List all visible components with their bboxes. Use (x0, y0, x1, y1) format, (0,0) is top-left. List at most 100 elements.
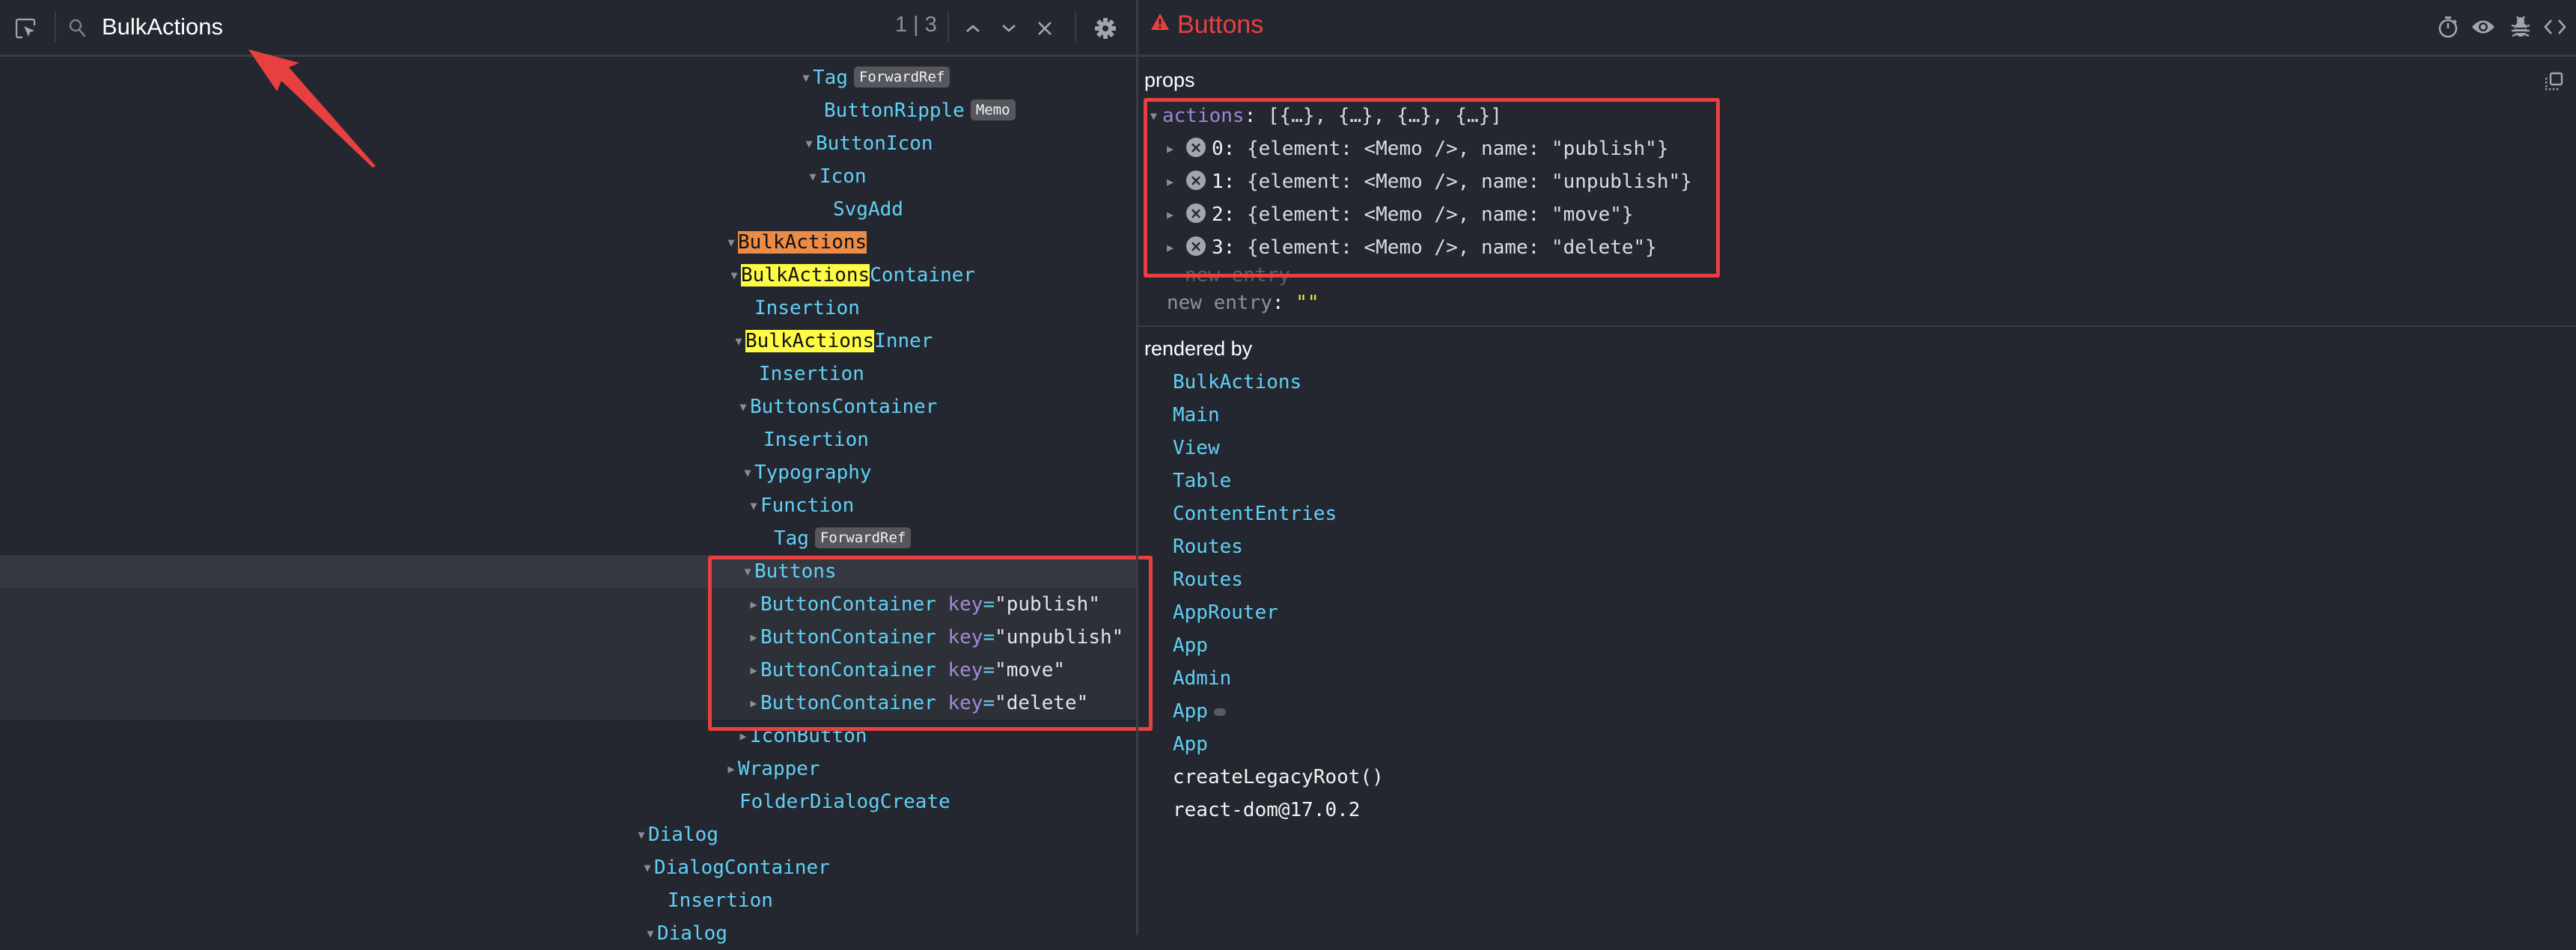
tree-node[interactable]: Insertion (0, 884, 1136, 917)
component-name: Icon (820, 165, 867, 188)
tree-node[interactable]: ▶ ButtonContainer key="publish" (0, 588, 1136, 621)
delete-entry-icon[interactable]: × (1186, 236, 1206, 256)
delete-entry-icon[interactable]: × (1186, 170, 1206, 190)
expand-toggle-icon[interactable]: ▼ (806, 160, 820, 193)
settings-icon[interactable] (1092, 15, 1119, 42)
owner-component-link[interactable]: Admin (1173, 662, 1231, 695)
delete-entry-icon[interactable]: × (1186, 203, 1206, 223)
owner-name: createLegacyRoot() (1173, 766, 1384, 788)
expand-toggle-icon[interactable]: ▼ (727, 259, 741, 292)
tree-node[interactable]: ▼ Buttons (0, 555, 1136, 588)
expand-toggle-icon[interactable]: ▼ (736, 390, 750, 423)
owner-component-link[interactable]: AppRouter (1173, 596, 1278, 629)
collapse-toggle-icon[interactable]: ▶ (747, 621, 760, 654)
tree-node[interactable]: ▶ Wrapper (0, 753, 1136, 785)
tree-node[interactable]: FolderDialogCreate (0, 785, 1136, 818)
collapse-toggle-icon[interactable]: ▶ (1167, 132, 1186, 165)
component-name: Insertion (759, 363, 864, 385)
tree-node[interactable]: ▼ Tag ForwardRef (0, 61, 1136, 94)
prop-array-item[interactable]: ▶ × 2: {element: <Memo />, name: "move"} (1167, 198, 1634, 231)
prop-array-item[interactable]: ▶ × 0: {element: <Memo />, name: "publish"… (1167, 132, 1669, 165)
expand-toggle-icon[interactable]: ▼ (644, 917, 657, 950)
tree-node[interactable]: ▼ BulkActions (0, 226, 1136, 259)
owner-component-link[interactable]: BulkActions (1173, 366, 1301, 399)
collapse-toggle-icon[interactable]: ▶ (747, 588, 760, 621)
collapse-toggle-icon[interactable]: ▶ (724, 753, 738, 785)
collapse-toggle-icon[interactable]: ▶ (736, 720, 750, 753)
expand-toggle-icon[interactable]: ▼ (741, 456, 754, 489)
component-name: ButtonIcon (816, 132, 933, 155)
key-label: key (947, 659, 983, 681)
tree-node[interactable]: ▼ Dialog (0, 917, 1136, 950)
prop-actions[interactable]: ▼ actions: [{…}, {…}, {…}, {…}] (1150, 99, 1502, 132)
tree-node[interactable]: ButtonRipple Memo (0, 94, 1136, 127)
tree-node[interactable]: ▼ Icon (0, 160, 1136, 193)
tree-node[interactable]: ▼ BulkActionsContainer (0, 259, 1136, 292)
tree-node[interactable]: ▼ ButtonIcon (0, 127, 1136, 160)
tree-node[interactable]: ▼ Dialog (0, 818, 1136, 851)
clear-search-icon[interactable] (1031, 15, 1058, 42)
search-icon (64, 15, 91, 42)
eye-icon[interactable] (2470, 14, 2496, 40)
owner-component-link[interactable]: Routes (1173, 530, 1243, 563)
owner-component-link[interactable]: App (1173, 629, 1208, 662)
expand-toggle-icon[interactable]: ▼ (635, 818, 648, 851)
tree-node[interactable]: ▼ ButtonsContainer (0, 390, 1136, 423)
stopwatch-icon[interactable] (2435, 14, 2461, 40)
component-tree-panel: 1 | 3 (0, 0, 1153, 945)
array-value: {element: <Memo />, name: "move"} (1246, 203, 1634, 226)
owner-component-link[interactable]: Table (1173, 465, 1231, 497)
owner-component-link[interactable]: App (1173, 728, 1208, 761)
toolbar-divider (1075, 12, 1076, 42)
expand-toggle-icon[interactable]: ▼ (724, 226, 738, 259)
tree-node[interactable]: Insertion (0, 358, 1136, 390)
expand-toggle-icon[interactable]: ▼ (641, 851, 654, 884)
tree-node[interactable]: ▶ ButtonContainer key="delete" (0, 687, 1136, 720)
collapse-toggle-icon[interactable]: ▶ (747, 654, 760, 687)
tree-node[interactable]: ▼ Typography (0, 456, 1136, 489)
tree-node[interactable]: SvgAdd (0, 193, 1136, 226)
warning-icon (1150, 13, 1180, 43)
expand-toggle-icon[interactable]: ▼ (747, 489, 760, 522)
expand-toggle-icon[interactable]: ▼ (732, 325, 745, 358)
bug-icon[interactable] (2508, 14, 2533, 40)
tree-node[interactable]: Tag ForwardRef (0, 522, 1136, 555)
tree-node[interactable]: ▶ ButtonContainer key="unpublish" (0, 621, 1136, 654)
key-value: "delete" (995, 692, 1089, 714)
collapse-toggle-icon[interactable]: ▶ (747, 687, 760, 720)
tree-node[interactable]: Insertion (0, 292, 1136, 325)
toolbar-divider (55, 12, 56, 42)
owner-component-link[interactable]: View (1173, 432, 1220, 465)
inspect-element-icon[interactable] (12, 15, 39, 42)
owner-component-link[interactable]: Routes (1173, 563, 1243, 596)
tree-node[interactable]: ▼ Function (0, 489, 1136, 522)
tree-node[interactable]: ▼ BulkActionsInner (0, 325, 1136, 358)
code-icon[interactable] (2542, 14, 2568, 40)
delete-entry-icon[interactable]: × (1186, 137, 1206, 157)
owner-component-link[interactable]: Main (1173, 399, 1220, 432)
owner-component-link[interactable]: App (1173, 695, 1226, 728)
next-result-icon[interactable] (995, 15, 1022, 42)
collapse-toggle-icon[interactable]: ▶ (1167, 231, 1186, 264)
expand-toggle-icon[interactable]: ▼ (1150, 99, 1162, 132)
collapse-toggle-icon[interactable]: ▶ (1167, 165, 1186, 198)
owner-component-link[interactable]: ContentEntries (1173, 497, 1337, 530)
copy-props-icon[interactable] (2544, 72, 2563, 91)
tree-node[interactable]: ▶ IconButton (0, 720, 1136, 753)
search-input[interactable] (102, 7, 775, 46)
component-name: FolderDialogCreate (739, 791, 950, 813)
component-name: SvgAdd (833, 198, 903, 221)
previous-result-icon[interactable] (959, 15, 986, 42)
prop-array-item[interactable]: ▶ × 1: {element: <Memo />, name: "unpublis… (1167, 165, 1692, 198)
array-index: 3 (1212, 236, 1224, 259)
tree-node[interactable]: Insertion (0, 423, 1136, 456)
expand-toggle-icon[interactable]: ▼ (802, 127, 816, 160)
component-header: Buttons (1138, 0, 2576, 57)
expand-toggle-icon[interactable]: ▼ (741, 555, 754, 588)
tree-node[interactable]: ▼ DialogContainer (0, 851, 1136, 884)
expand-toggle-icon[interactable]: ▼ (799, 61, 813, 94)
tree-node[interactable]: ▶ ButtonContainer key="move" (0, 654, 1136, 687)
component-name: ButtonContainer (760, 593, 936, 616)
new-prop-entry[interactable]: new entry: "" (1167, 286, 1319, 319)
collapse-toggle-icon[interactable]: ▶ (1167, 198, 1186, 231)
